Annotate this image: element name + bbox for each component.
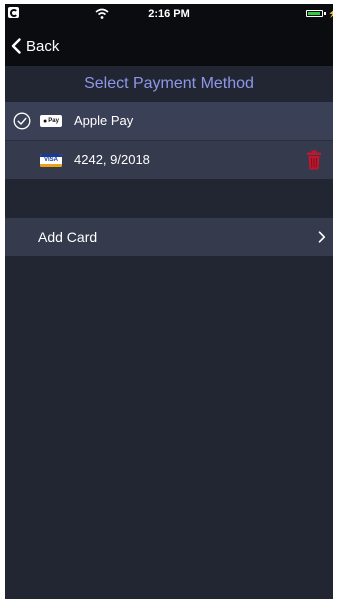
- top-bar: 2:16 PM ⚡ Back: [5, 4, 333, 66]
- battery-tip: [324, 12, 326, 15]
- battery-level: [308, 12, 320, 15]
- add-card-label: Add Card: [38, 229, 98, 245]
- back-button[interactable]: Back: [11, 36, 59, 56]
- trash-icon[interactable]: [306, 150, 322, 170]
- checkmark-circle-icon: [13, 112, 31, 130]
- section-title: Select Payment Method: [84, 75, 254, 92]
- status-time: 2:16 PM: [148, 8, 190, 20]
- payment-method-label: Apple Pay: [74, 113, 134, 128]
- chevron-left-icon: [11, 38, 21, 54]
- status-bar: 2:16 PM ⚡: [5, 4, 333, 26]
- add-card-row[interactable]: Add Card: [5, 218, 333, 256]
- payment-method-apple-pay[interactable]: ● Pay Apple Pay: [5, 102, 333, 140]
- chevron-right-icon: [318, 231, 326, 243]
- back-label: Back: [26, 37, 60, 55]
- charging-icon: ⚡: [328, 9, 333, 18]
- visa-logo-text: VISA: [43, 157, 58, 163]
- apple-pay-logo-text: Pay: [48, 118, 59, 124]
- phone-screen: 2:16 PM ⚡ Back Select Payment Method ● Pa…: [5, 4, 333, 599]
- payment-method-label: 4242, 9/2018: [74, 152, 150, 167]
- payment-method-visa[interactable]: VISA 4242, 9/2018: [5, 141, 333, 179]
- battery-icon: [306, 10, 323, 17]
- visa-card-logo: VISA: [40, 154, 62, 167]
- apple-pay-logo: ● Pay: [40, 115, 62, 127]
